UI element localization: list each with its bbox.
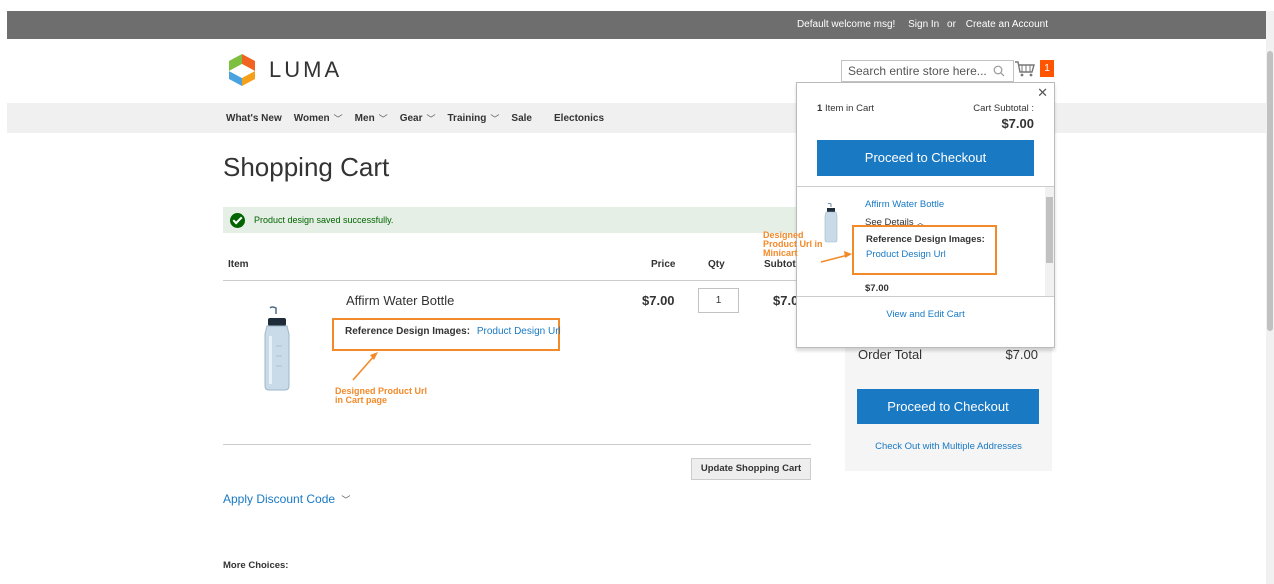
nav-menu: What's New Women ﹀ Men ﹀ Gear ﹀ Training ﹀ S… — [226, 112, 616, 125]
close-icon[interactable]: ✕ — [1037, 85, 1048, 101]
cart-counter-badge: 1 — [1040, 60, 1054, 77]
column-header-item: Item — [228, 259, 249, 270]
minicart-subtotal-value: $7.00 — [1001, 116, 1034, 131]
product-image[interactable] — [260, 306, 294, 392]
annotation-line: in Cart page — [335, 395, 388, 405]
cart-icon — [1015, 61, 1035, 77]
nav-label: Gear — [399, 113, 423, 124]
nav-label: Sale — [511, 113, 532, 124]
create-account-link[interactable]: Create an Account — [966, 19, 1048, 30]
nav-item-training[interactable]: Training ﹀ — [448, 112, 500, 125]
more-choices-heading: More Choices: — [223, 560, 289, 571]
annotation-line: Minicart — [763, 248, 798, 258]
chevron-down-icon: ﹀ — [378, 114, 388, 124]
nav-item-whats-new[interactable]: What's New — [226, 112, 282, 125]
product-design-url-link[interactable]: Product Design Url — [477, 326, 561, 337]
minicart-product-name-link[interactable]: Affirm Water Bottle — [865, 199, 944, 210]
success-message-text: Product design saved successfully. — [254, 215, 394, 225]
cart-page-arrow — [352, 352, 378, 381]
success-message: Product design saved successfully. — [223, 207, 813, 233]
minicart-dropdown: ✕ 1 Item in Cart Cart Subtotal : $7.00 P… — [796, 82, 1055, 348]
minicart-items-text: Item in Cart — [824, 103, 875, 114]
minicart-product-image[interactable] — [823, 203, 839, 243]
nav-item-men[interactable]: Men ﹀ — [355, 112, 388, 125]
reference-design-label: Reference Design Images: — [345, 326, 471, 337]
product-name-link[interactable]: Affirm Water Bottle — [346, 293, 454, 308]
minicart-product-design-url-link[interactable]: Product Design Url — [866, 249, 995, 260]
top-bar: Default welcome msg! Sign In or Create a… — [7, 11, 1266, 39]
nav-label: Training — [447, 113, 487, 124]
cart-page-annotation: Designed Product Url in Cart page — [335, 387, 427, 405]
column-header-subtotal: Subtotal — [764, 259, 797, 270]
chevron-down-icon: ﹀ — [333, 114, 343, 124]
nav-label: Men — [354, 113, 375, 124]
nav-label: What's New — [226, 113, 282, 124]
minicart-annotation: Designed Product Url in Minicart — [763, 231, 823, 258]
luma-logo-icon — [229, 54, 255, 86]
reference-design-highlight: Reference Design Images: Product Design … — [332, 318, 561, 351]
minicart-item-price: $7.00 — [865, 283, 889, 294]
search-input[interactable]: Search entire store here... — [841, 60, 1014, 82]
column-header-qty: Qty — [708, 259, 725, 270]
nav-item-electonics[interactable]: Electonics — [554, 112, 604, 125]
order-total-label: Order Total — [858, 347, 923, 362]
chevron-down-icon: ﹀ — [426, 114, 436, 124]
logo-text: LUMA — [269, 57, 343, 82]
minicart-reference-label: Reference Design Images: — [866, 234, 985, 245]
minicart-scroll-thumb[interactable] — [1046, 197, 1053, 263]
column-header-price: Price — [651, 259, 676, 270]
table-divider-bottom — [223, 444, 811, 445]
nav-label: Electonics — [554, 113, 605, 124]
update-cart-button[interactable]: Update Shopping Cart — [691, 458, 811, 480]
page-scrollbar[interactable] — [1266, 11, 1274, 584]
sign-in-link[interactable]: Sign In — [908, 19, 939, 30]
item-price: $7.00 — [642, 293, 675, 308]
minicart-items-count: 1 Item in Cart — [817, 103, 874, 114]
minicart-reference-highlight: Reference Design Images: Product Design … — [852, 225, 997, 275]
chevron-down-icon: ﹀ — [341, 495, 351, 505]
proceed-to-checkout-button[interactable]: Proceed to Checkout — [857, 389, 1039, 424]
order-total-value: $7.00 — [1005, 347, 1038, 362]
page-title: Shopping Cart — [223, 152, 390, 182]
nav-item-women[interactable]: Women ﹀ — [294, 112, 343, 125]
header-links: Default welcome msg! Sign In or Create a… — [795, 19, 1048, 30]
left-margin — [0, 0, 7, 584]
qty-input[interactable]: 1 — [698, 288, 739, 313]
minicart-count: 1 — [817, 103, 823, 114]
logo[interactable]: LUMA — [225, 53, 342, 87]
table-divider — [223, 280, 811, 281]
check-circle-icon — [230, 212, 245, 228]
welcome-message: Default welcome msg! — [796, 19, 896, 30]
discount-label: Apply Discount Code — [223, 492, 336, 506]
nav-item-gear[interactable]: Gear ﹀ — [400, 112, 436, 125]
page-header: LUMA Search entire store here... 1 — [7, 39, 1266, 103]
nav-label: Women — [293, 113, 330, 124]
page-scroll-thumb[interactable] — [1267, 51, 1273, 331]
chevron-down-icon: ﹀ — [490, 114, 500, 124]
search-icon[interactable] — [993, 65, 1005, 77]
cart-summary: Order Total $7.00 Proceed to Checkout Ch… — [845, 330, 1052, 471]
minicart-items-list: Affirm Water Bottle See Details ︿ Refere… — [797, 186, 1054, 297]
minicart-checkout-button[interactable]: Proceed to Checkout — [817, 140, 1034, 176]
apply-discount-toggle[interactable]: Apply Discount Code ﹀ — [223, 492, 350, 506]
search-placeholder: Search entire store here... — [848, 64, 987, 78]
minicart-toggle[interactable]: 1 — [1014, 60, 1054, 80]
multiple-addresses-link[interactable]: Check Out with Multiple Addresses — [845, 441, 1052, 452]
minicart-scrollbar[interactable] — [1045, 187, 1054, 296]
view-edit-cart-link[interactable]: View and Edit Cart — [797, 309, 1054, 320]
nav-item-sale[interactable]: Sale — [511, 112, 532, 125]
item-subtotal: $7.0 — [773, 293, 799, 308]
minicart-subtotal-label: Cart Subtotal : — [973, 103, 1034, 114]
or-text: or — [947, 19, 956, 30]
main-navigation: What's New Women ﹀ Men ﹀ Gear ﹀ Training ﹀ S… — [7, 103, 1266, 133]
